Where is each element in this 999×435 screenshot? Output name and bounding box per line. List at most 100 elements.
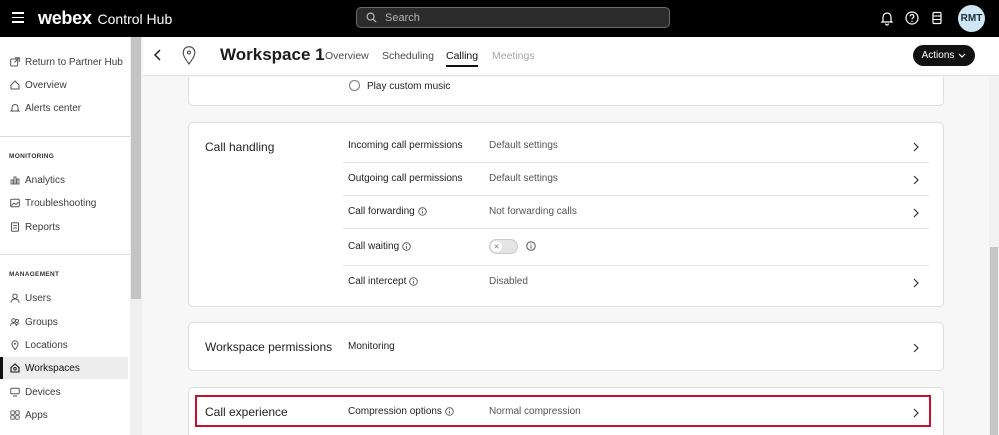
stack-icon[interactable] [929,10,945,26]
info-icon[interactable] [417,207,427,216]
row-label: Call waiting [348,241,411,252]
tab-meetings: Meetings [492,50,535,62]
avatar[interactable]: RMT [958,5,985,32]
bell-icon[interactable] [879,10,895,26]
image-icon [10,198,20,208]
sidebar-item-label: Users [25,292,52,304]
actions-label: Actions [921,50,955,61]
outgoing-call-permissions-row[interactable]: Outgoing call permissions Default settin… [343,163,929,196]
main-content: Play custom music Call handling Incoming… [143,77,999,435]
group-icon [10,318,20,327]
call-forwarding-row[interactable]: Call forwarding Not forwarding calls [343,196,929,229]
sidebar-divider [0,136,130,137]
call-handling-title: Call handling [205,140,275,154]
play-custom-music-label: Play custom music [367,81,451,92]
sidebar-item-reports[interactable]: Reports [0,216,128,238]
chevron-down-icon [958,53,966,58]
sidebar-item-workspaces[interactable]: Workspaces [0,357,128,379]
row-value: Not forwarding calls [489,206,577,217]
device-icon [10,387,20,397]
sidebar-item-apps[interactable]: Apps [0,404,128,426]
back-arrow-icon[interactable] [153,49,163,61]
sidebar-item-label: Locations [25,339,68,351]
sidebar-item-return-to-partner-hub[interactable]: Return to Partner Hub [0,51,128,73]
row-label: Call forwarding [348,206,427,217]
tab-overview[interactable]: Overview [325,50,369,62]
user-icon [10,293,20,303]
call-experience-highlight [195,395,931,427]
sidebar-divider [0,254,130,255]
sidebar-item-troubleshooting[interactable]: Troubleshooting [0,192,128,214]
search-input[interactable] [385,11,645,24]
row-value: Default settings [489,173,558,184]
sidebar-item-label: Reports [25,221,61,233]
actions-button[interactable]: Actions [913,45,975,66]
info-icon[interactable] [402,242,411,251]
sidebar-item-groups[interactable]: Groups [0,311,128,333]
sidebar-section-management: MANAGEMENT [9,271,60,278]
workspace-permissions-card: Workspace permissions Monitoring [188,322,944,371]
brand: webex Control Hub [38,8,172,29]
sidebar-item-label: Apps [25,409,48,421]
sidebar-item-label: Workspaces [25,362,80,374]
search-box[interactable] [356,7,670,28]
workspace-header: Workspace 1 Overview Scheduling Calling … [143,37,999,76]
help-icon[interactable] [904,10,920,26]
music-on-hold-card: Play custom music [188,77,944,106]
sidebar-item-label: Groups [25,316,58,328]
location-icon [11,340,19,350]
menu-icon[interactable] [12,12,24,24]
sidebar-item-devices[interactable]: Devices [0,381,128,403]
row-label: Outgoing call permissions [348,173,463,184]
row-label: Monitoring [348,341,395,352]
product-name: Control Hub [97,11,173,27]
main-scrollbar-thumb[interactable] [990,247,998,435]
sidebar-item-label: Analytics [25,174,66,186]
sidebar-item-alerts-center[interactable]: Alerts center [0,97,128,119]
call-handling-card: Call handling Incoming call permissions … [188,122,944,307]
tab-scheduling[interactable]: Scheduling [382,50,434,62]
chevron-right-icon[interactable] [913,343,919,353]
sidebar-section-monitoring: MONITORING [9,153,55,160]
workspace-icon [10,363,20,373]
info-icon[interactable] [409,277,419,286]
chevron-right-icon[interactable] [913,208,919,218]
document-icon [11,222,19,232]
incoming-call-permissions-row[interactable]: Incoming call permissions Default settin… [343,130,929,163]
sidebar-item-analytics[interactable]: Analytics [0,169,128,191]
sidebar-item-locations[interactable]: Locations [0,334,128,356]
tab-calling[interactable]: Calling [446,50,479,67]
chevron-right-icon[interactable] [913,278,919,288]
sidebar-item-label: Troubleshooting [25,197,97,209]
search-icon [366,12,377,23]
sidebar-item-label: Devices [25,386,61,398]
bar-chart-icon [10,176,20,185]
row-label: Incoming call permissions [348,140,463,151]
location-pin-icon [182,46,196,65]
row-value: Default settings [489,140,558,151]
page-title: Workspace 1 [220,45,325,64]
sidebar-item-label: Overview [25,79,67,91]
webex-logo: webex [38,8,92,28]
monitoring-row[interactable]: Monitoring [343,331,929,364]
apps-icon [10,410,20,420]
info-icon[interactable] [526,241,536,251]
call-waiting-row: Call waiting ✕ [343,229,929,266]
chevron-right-icon[interactable] [913,142,919,152]
bell-icon [10,104,20,112]
sidebar-item-label: Return to Partner Hub [25,56,123,68]
workspace-permissions-title: Workspace permissions [205,340,333,354]
play-custom-music-radio[interactable] [349,80,360,91]
external-link-icon [10,57,20,67]
home-icon [10,80,20,90]
chevron-right-icon[interactable] [913,175,919,185]
sidebar-scrollbar-thumb[interactable] [131,37,141,299]
call-intercept-row[interactable]: Call intercept Disabled [343,266,929,299]
sidebar-item-label: Alerts center [25,102,82,114]
row-value: Disabled [489,276,528,287]
call-waiting-toggle[interactable]: ✕ [489,239,518,254]
row-label: Call intercept [348,276,419,287]
sidebar: Return to Partner Hub Overview Alerts ce… [0,37,142,435]
sidebar-item-users[interactable]: Users [0,287,128,309]
sidebar-item-overview[interactable]: Overview [0,74,128,96]
